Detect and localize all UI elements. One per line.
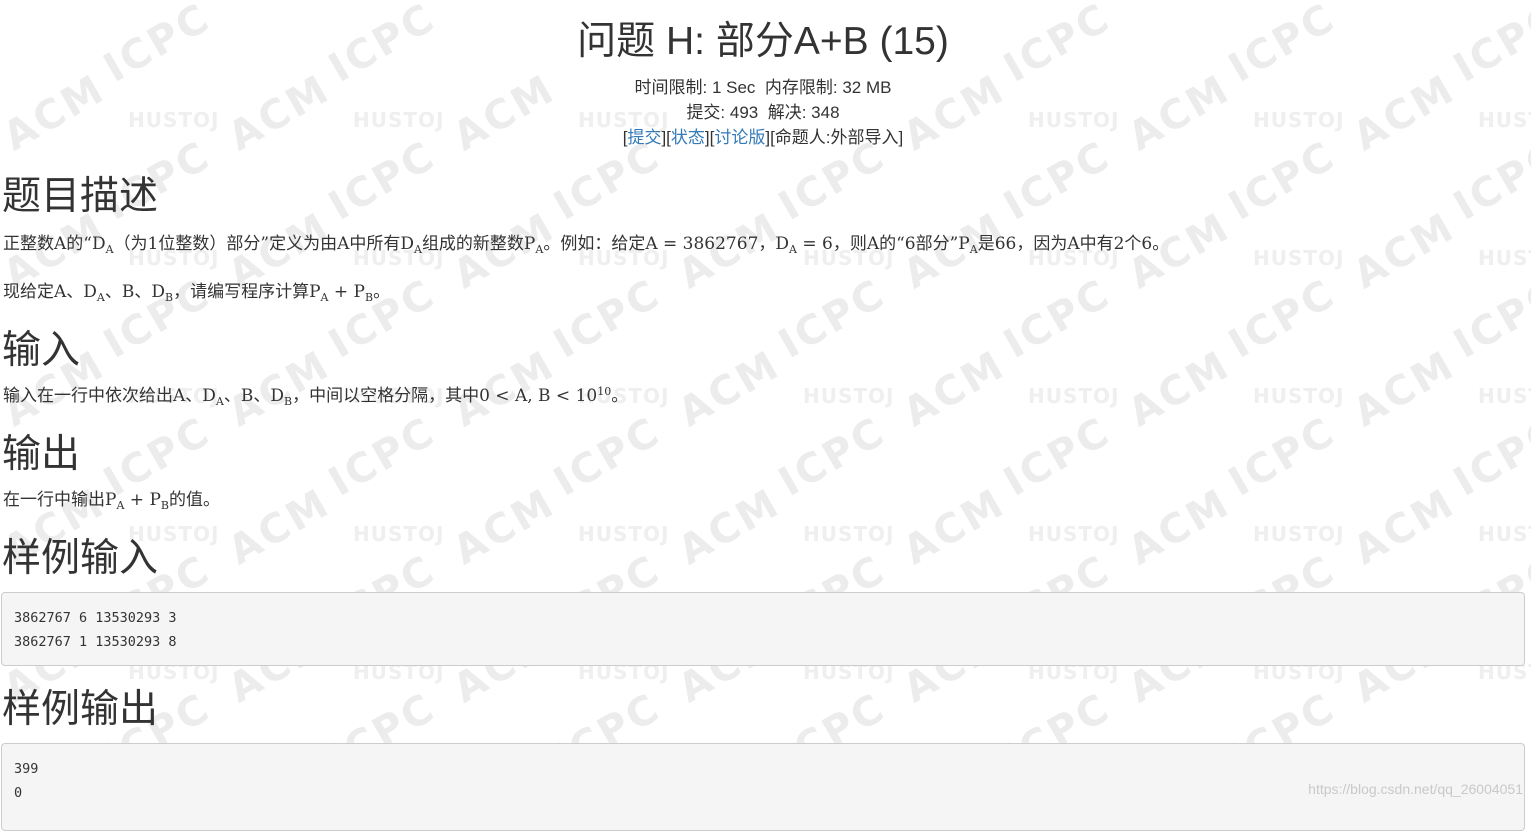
subscript: B	[160, 499, 169, 512]
text: 。	[373, 282, 391, 302]
text: + P	[328, 282, 365, 302]
watermark-acm: ACM	[1345, 203, 1464, 299]
text: 现给定A、D	[3, 282, 97, 302]
text: （为1位整数）部分”定义为由A中所有D	[113, 234, 414, 254]
subscript: A	[413, 243, 422, 256]
watermark-hustoj: HUSTOJ	[1253, 246, 1345, 270]
watermark-icpc: ICPC	[1446, 270, 1531, 368]
watermark-acm: ACM	[670, 479, 789, 575]
superscript: 10	[597, 385, 612, 398]
text: 。	[611, 386, 629, 406]
watermark-icpc: ICPC	[771, 408, 894, 506]
text: 组成的新整数P	[421, 234, 536, 254]
text: 正整数A的“D	[3, 234, 106, 254]
input-description: 输入在一行中依次给出A、DA、B、DB，中间以空格分隔，其中0 < A, B <…	[3, 384, 628, 408]
subscript: A	[215, 395, 224, 408]
sample-input-heading: 样例输入	[2, 537, 159, 580]
watermark-icpc: ICPC	[771, 270, 894, 368]
watermark-icpc: ICPC	[321, 408, 444, 506]
watermark-hustoj: HUSTOJ	[1253, 522, 1345, 546]
watermark-icpc: ICPC	[546, 408, 669, 506]
description-line-1: 正整数A的“DA（为1位整数）部分”定义为由A中所有DA组成的新整数PA。例如：…	[3, 232, 1169, 256]
text: 。例如：给定A = 3862767，D	[543, 234, 790, 254]
watermark-acm: ACM	[220, 479, 339, 575]
text: 在一行中输出P	[3, 490, 117, 510]
sample-output-heading: 样例输出	[2, 688, 159, 731]
watermark-acm: ACM	[1120, 341, 1239, 437]
watermark-hustoj: HUSTOJ	[803, 522, 895, 546]
watermark-acm: ACM	[670, 341, 789, 437]
watermark-hustoj: HUSTOJ	[1478, 246, 1531, 270]
watermark-hustoj: HUSTOJ	[803, 384, 895, 408]
submit-count-label: 提交:	[686, 103, 730, 122]
watermark-icpc: ICPC	[1446, 408, 1531, 506]
author-label: 命题人:外部导入	[774, 128, 899, 147]
watermark-hustoj: HUSTOJ	[1028, 384, 1120, 408]
text: 是66，因为A中有2个6。	[977, 234, 1170, 254]
watermark-hustoj: HUSTOJ	[1028, 522, 1120, 546]
text: = 6，则A的“6部分”P	[796, 234, 970, 254]
watermark-icpc: ICPC	[546, 270, 669, 368]
solved-count-value: 348	[811, 103, 840, 122]
submit-count-value: 493	[729, 103, 759, 122]
problem-title: 问题 H: 部分A+B (15)	[577, 20, 949, 63]
text: 输入在一行中依次给出A、D	[3, 386, 216, 406]
text: 、B、D	[104, 282, 165, 302]
watermark-icpc: ICPC	[1221, 408, 1344, 506]
subscript: A	[320, 291, 329, 304]
subscript: A	[105, 243, 114, 256]
discuss-link[interactable]: 讨论版	[714, 128, 765, 147]
input-heading: 输入	[2, 329, 81, 372]
time-limit-value: 1 Sec	[711, 78, 756, 97]
watermark-acm: ACM	[1345, 341, 1464, 437]
watermark-acm: ACM	[895, 479, 1014, 575]
watermark-icpc: ICPC	[1221, 270, 1344, 368]
subscript: A	[969, 243, 978, 256]
watermark-icpc: ICPC	[996, 408, 1119, 506]
output-heading: 输出	[2, 433, 81, 476]
solved-count-label: 解决:	[767, 103, 812, 122]
submit-link[interactable]: 提交	[627, 128, 661, 147]
limits-line: 时间限制: 1 Sec 内存限制: 32 MB	[0, 77, 1526, 99]
watermark-acm: ACM	[895, 341, 1014, 437]
stats-line: 提交: 493 解决: 348	[0, 102, 1526, 124]
output-description: 在一行中输出PA + PB的值。	[3, 488, 220, 512]
watermark-hustoj: HUSTOJ	[578, 522, 670, 546]
watermark-acm: ACM	[445, 479, 564, 575]
blog-credit: https://blog.csdn.net/qq_26004051	[1308, 781, 1523, 797]
description-line-2: 现给定A、DA、B、DB，请编写程序计算PA + PB。	[3, 280, 390, 304]
watermark-hustoj: HUSTOJ	[1478, 384, 1531, 408]
subscript: A	[789, 243, 797, 256]
status-link[interactable]: 状态	[671, 128, 705, 147]
subscript: A	[96, 291, 105, 304]
subscript: B	[165, 291, 174, 304]
sample-output-block[interactable]: 399 0	[1, 743, 1525, 831]
text: ，中间以空格分隔，其中0 < A, B < 10	[292, 386, 598, 406]
memory-limit-label: 内存限制:	[764, 78, 843, 97]
subscript: B	[365, 291, 374, 304]
description-heading: 题目描述	[2, 175, 159, 218]
watermark-icpc: ICPC	[996, 270, 1119, 368]
action-links: [提交][状态][讨论版][命题人:外部导入]	[622, 128, 904, 147]
text: 的值。	[169, 490, 220, 510]
memory-limit-value: 32 MB	[842, 78, 892, 97]
subscript: B	[283, 395, 293, 408]
sample-input-block[interactable]: 3862767 6 13530293 3 3862767 1 13530293 …	[1, 592, 1525, 666]
text: ，请编写程序计算P	[173, 282, 321, 302]
watermark-hustoj: HUSTOJ	[1478, 522, 1531, 546]
text: + P	[124, 490, 161, 510]
text: 、B、D	[223, 386, 284, 406]
watermark-acm: ACM	[1120, 479, 1239, 575]
watermark-acm: ACM	[1345, 479, 1464, 575]
watermark-hustoj: HUSTOJ	[353, 522, 445, 546]
watermark-hustoj: HUSTOJ	[1253, 384, 1345, 408]
time-limit-label: 时间限制:	[634, 78, 712, 97]
